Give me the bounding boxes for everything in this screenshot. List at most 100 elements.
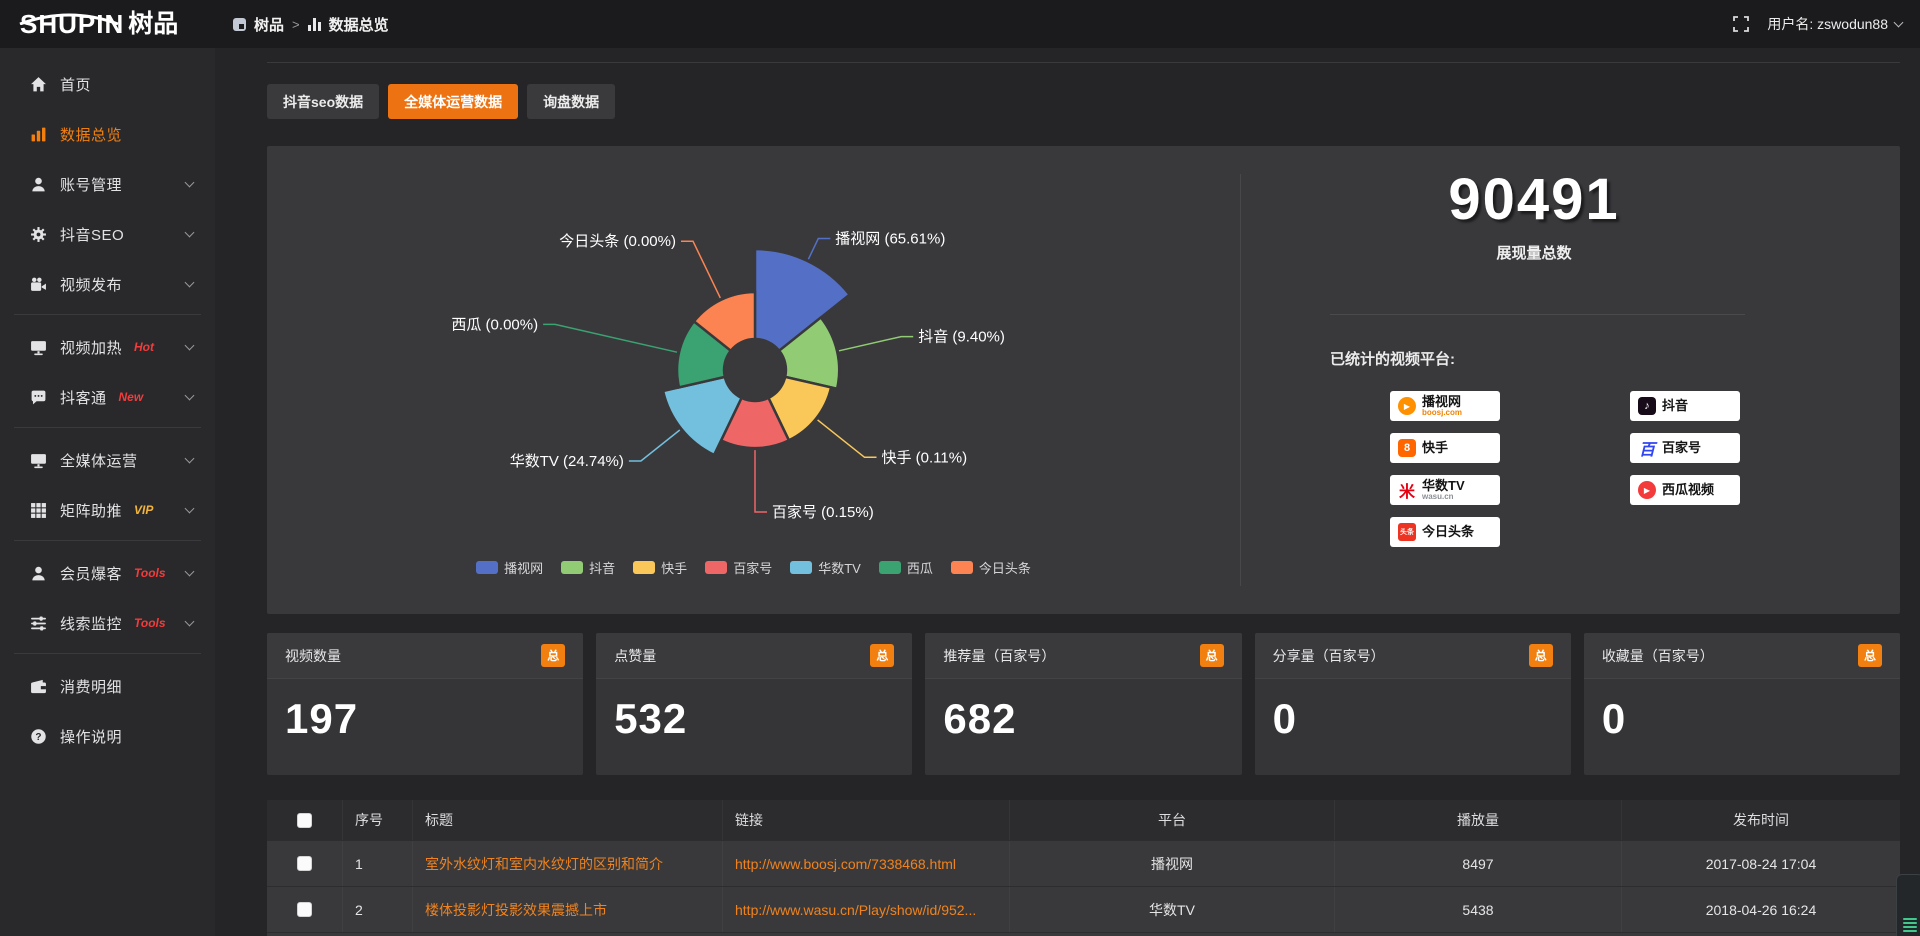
stat-card-value: 0 [1584,679,1900,743]
svg-text:?: ? [35,731,41,742]
floating-widget[interactable] [1896,874,1920,936]
main-content: 抖音seo数据 全媒体运营数据 询盘数据 播视网 (65.61%)抖音 (9.4… [215,48,1920,936]
stat-card: 分享量（百家号） 总 0 [1255,633,1571,775]
legend-item[interactable]: 西瓜 [879,558,933,577]
legend-item[interactable]: 快手 [633,558,687,577]
video-title-link[interactable]: 室外水纹灯和室内水纹灯的区别和简介 [425,854,663,874]
stat-card-value: 197 [267,679,583,743]
publish-time-cell: 2017-08-24 17:04 [1622,841,1900,886]
total-badge[interactable]: 总 [541,644,565,667]
platform-badge[interactable]: 抖音 [1630,391,1740,421]
sliders-icon [30,615,47,632]
sidebar-item[interactable]: 数据总览 [0,114,215,154]
legend-item[interactable]: 今日头条 [951,558,1031,577]
column-header: 序号 [343,800,413,840]
sidebar-item[interactable]: 视频加热 Hot [0,327,215,367]
platform-column-2: 抖音 百家号 [1630,391,1740,547]
chevron-down-icon [185,566,195,576]
stat-card-title: 收藏量（百家号） [1602,646,1714,666]
gear-icon [30,226,47,243]
table-header-row: 序号 标题 链接 平台 播放量 发布时间 [267,800,1900,840]
platform-subtitle: wasu.cn [1422,493,1465,501]
sidebar-item[interactable]: ? 操作说明 [0,716,215,756]
legend-swatch [476,561,498,574]
sidebar: 首页 数据总览 账号管理 抖音SEO 视 [0,48,215,936]
platform-name: 百家号 [1662,441,1701,455]
data-tab[interactable]: 抖音seo数据 [267,84,379,119]
sidebar-item-label: 视频加热 [60,337,122,358]
pie-label-line [808,239,830,260]
chevron-down-icon [185,503,195,513]
sidebar-item[interactable]: 会员爆客 Tools [0,553,215,593]
row-checkbox[interactable] [297,902,312,917]
user-menu[interactable]: 用户名: zswodun88 [1767,14,1902,34]
pie-label-line [755,450,767,512]
platform-column-1: 播视网 boosj.com 快手 [1390,391,1500,547]
legend-swatch [879,561,901,574]
chat-icon [30,389,47,406]
total-badge[interactable]: 总 [870,644,894,667]
legend-item[interactable]: 百家号 [705,558,772,577]
views-cell: 8497 [1335,841,1622,886]
platform-badge[interactable]: 快手 [1390,433,1500,463]
sidebar-item-label: 账号管理 [60,174,122,195]
data-tab[interactable]: 询盘数据 [527,84,615,119]
sidebar-item[interactable]: 账号管理 [0,164,215,204]
platforms-label: 已统计的视频平台: [1330,348,1890,369]
breadcrumb-root[interactable]: 树品 [254,14,284,35]
platform-cell: 播视网 [1010,841,1335,886]
chevron-down-icon [185,616,195,626]
stat-card-value: 532 [596,679,912,743]
total-badge[interactable]: 总 [1529,644,1553,667]
chevron-down-icon [185,227,195,237]
platform-name: 快手 [1422,441,1448,455]
video-title-link[interactable]: 楼体投影灯投影效果震撼上市 [425,900,607,920]
platform-badge[interactable]: 播视网 boosj.com [1390,391,1500,421]
app-logo: SHUPIN 树品 [0,11,215,37]
platform-badge[interactable]: 百家号 [1630,433,1740,463]
sidebar-item[interactable]: 线索监控 Tools [0,603,215,643]
stat-card: 视频数量 总 197 [267,633,583,775]
logo-cn-text: 树品 [128,12,178,37]
data-tab[interactable]: 全媒体运营数据 [388,84,518,119]
question-icon: ? [30,728,47,745]
platform-badge[interactable]: 西瓜视频 [1630,475,1740,505]
username-label: 用户名: zswodun88 [1767,14,1888,34]
sidebar-item[interactable]: 消费明细 [0,666,215,706]
stat-card-title: 分享量（百家号） [1273,646,1385,666]
sidebar-item[interactable]: 视频发布 [0,264,215,304]
table-row-partial [267,932,1900,936]
table-row: 1 室外水纹灯和室内水纹灯的区别和简介 http://www.boosj.com… [267,840,1900,886]
sidebar-item[interactable]: 抖音SEO [0,214,215,254]
legend-item[interactable]: 播视网 [476,558,543,577]
views-cell: 5438 [1335,887,1622,932]
fullscreen-icon[interactable] [1733,16,1749,32]
platform-badge[interactable]: 今日头条 [1390,517,1500,547]
legend-item[interactable]: 华数TV [790,558,861,577]
sidebar-item[interactable]: 抖客通 New [0,377,215,417]
select-all-checkbox[interactable] [297,813,312,828]
row-index: 2 [343,887,413,932]
brand-icon [233,18,246,31]
total-badge[interactable]: 总 [1200,644,1224,667]
row-checkbox[interactable] [297,856,312,871]
breadcrumb-current[interactable]: 数据总览 [329,14,389,35]
video-url-link[interactable]: http://www.wasu.cn/Play/show/id/952... [735,902,976,918]
total-badge[interactable]: 总 [1858,644,1882,667]
sidebar-divider [14,653,201,654]
platform-logo-icon [1398,481,1416,499]
sidebar-item[interactable]: 首页 [0,64,215,104]
table-row: 2 楼体投影灯投影效果震撼上市 http://www.wasu.cn/Play/… [267,886,1900,932]
sidebar-item-label: 线索监控 [60,613,122,634]
home-icon [30,76,47,93]
user-icon [30,176,47,193]
sidebar-item[interactable]: 全媒体运营 [0,440,215,480]
video-url-link[interactable]: http://www.boosj.com/7338468.html [735,856,956,872]
summary-panel: 90491 展现量总数 已统计的视频平台: 播视网 boosj.com [1240,146,1900,614]
sidebar-item[interactable]: 矩阵助推 VIP [0,490,215,530]
platform-badge[interactable]: 华数TV wasu.cn [1390,475,1500,505]
sidebar-item-tag: Tools [134,616,166,630]
sidebar-item-tag: Tools [134,566,166,580]
legend-item[interactable]: 抖音 [561,558,615,577]
chevron-down-icon [185,453,195,463]
